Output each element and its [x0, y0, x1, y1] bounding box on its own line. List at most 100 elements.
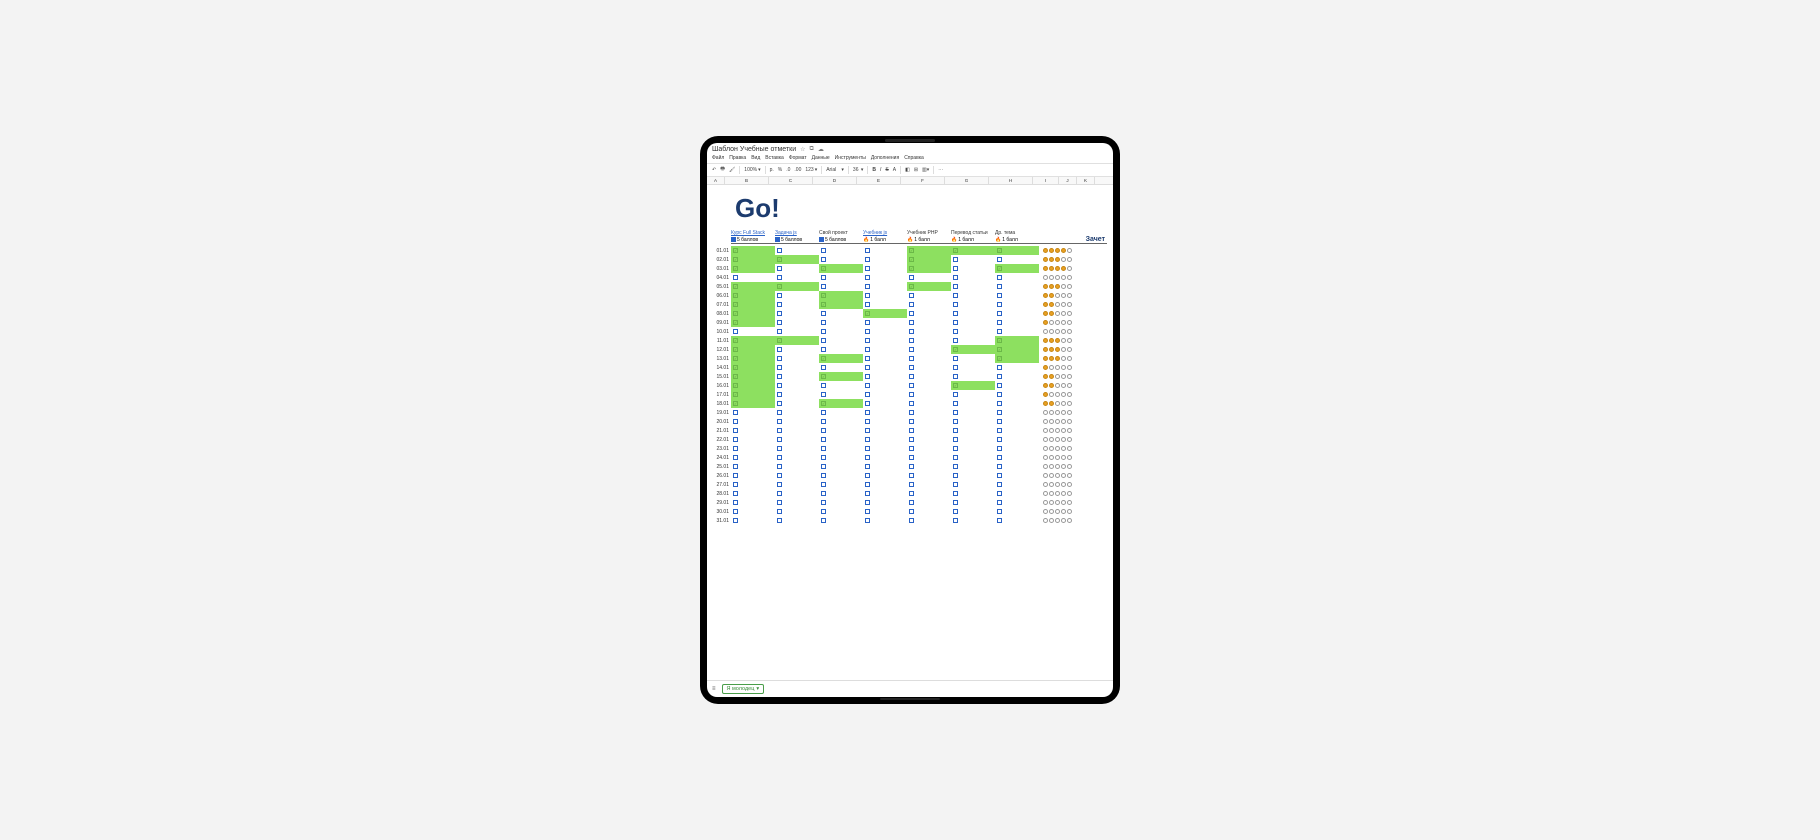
checkbox[interactable]: [865, 464, 870, 469]
checkbox[interactable]: [777, 347, 782, 352]
checkbox[interactable]: [909, 491, 914, 496]
check-cell[interactable]: [819, 426, 863, 435]
checkbox[interactable]: [733, 437, 738, 442]
check-cell[interactable]: [731, 480, 775, 489]
checkbox[interactable]: [865, 257, 870, 262]
check-cell[interactable]: [819, 318, 863, 327]
check-cell[interactable]: [907, 417, 951, 426]
checkbox[interactable]: [909, 257, 914, 262]
check-cell[interactable]: [775, 480, 819, 489]
checkbox[interactable]: [997, 266, 1002, 271]
checkbox[interactable]: [777, 293, 782, 298]
check-cell[interactable]: [819, 381, 863, 390]
checkbox[interactable]: [909, 518, 914, 523]
check-cell[interactable]: [731, 363, 775, 372]
checkbox[interactable]: [997, 248, 1002, 253]
checkbox[interactable]: [821, 275, 826, 280]
check-cell[interactable]: [951, 498, 995, 507]
checkbox[interactable]: [777, 419, 782, 424]
check-cell[interactable]: [731, 417, 775, 426]
check-cell[interactable]: [951, 318, 995, 327]
checkbox[interactable]: [953, 383, 958, 388]
checkbox[interactable]: [821, 473, 826, 478]
check-cell[interactable]: [995, 507, 1039, 516]
checkbox[interactable]: [865, 383, 870, 388]
checkbox[interactable]: [909, 383, 914, 388]
checkbox[interactable]: [865, 284, 870, 289]
checkbox[interactable]: [865, 329, 870, 334]
check-cell[interactable]: [951, 354, 995, 363]
checkbox[interactable]: [909, 266, 914, 271]
check-cell[interactable]: [995, 408, 1039, 417]
checkbox[interactable]: [909, 311, 914, 316]
menu-вставка[interactable]: Вставка: [765, 155, 784, 161]
checkbox[interactable]: [997, 473, 1002, 478]
check-cell[interactable]: [951, 300, 995, 309]
checkbox[interactable]: [909, 509, 914, 514]
check-cell[interactable]: [775, 345, 819, 354]
checkbox[interactable]: [997, 275, 1002, 280]
check-cell[interactable]: [775, 291, 819, 300]
check-cell[interactable]: [775, 399, 819, 408]
checkbox[interactable]: [733, 365, 738, 370]
check-cell[interactable]: [775, 255, 819, 264]
check-cell[interactable]: [995, 246, 1039, 255]
check-cell[interactable]: [907, 426, 951, 435]
checkbox[interactable]: [865, 302, 870, 307]
checkbox[interactable]: [953, 284, 958, 289]
check-cell[interactable]: [731, 381, 775, 390]
checkbox[interactable]: [909, 500, 914, 505]
check-cell[interactable]: [819, 291, 863, 300]
checkbox[interactable]: [997, 302, 1002, 307]
check-cell[interactable]: [863, 516, 907, 525]
checkbox[interactable]: [909, 248, 914, 253]
check-cell[interactable]: [863, 300, 907, 309]
check-cell[interactable]: [907, 390, 951, 399]
check-cell[interactable]: [995, 327, 1039, 336]
checkbox[interactable]: [953, 500, 958, 505]
checkbox[interactable]: [997, 428, 1002, 433]
menu-правка[interactable]: Правка: [729, 155, 746, 161]
checkbox[interactable]: [953, 446, 958, 451]
check-cell[interactable]: [863, 264, 907, 273]
borders-btn[interactable]: ⊞: [914, 167, 918, 173]
checkbox[interactable]: [865, 509, 870, 514]
check-cell[interactable]: [775, 372, 819, 381]
checkbox[interactable]: [733, 293, 738, 298]
check-cell[interactable]: [907, 354, 951, 363]
check-cell[interactable]: [775, 435, 819, 444]
col-header-J[interactable]: J: [1059, 177, 1077, 184]
check-cell[interactable]: [731, 336, 775, 345]
checkbox[interactable]: [953, 509, 958, 514]
checkbox[interactable]: [865, 410, 870, 415]
checkbox[interactable]: [777, 401, 782, 406]
check-cell[interactable]: [819, 408, 863, 417]
checkbox[interactable]: [865, 293, 870, 298]
check-cell[interactable]: [775, 246, 819, 255]
checkbox[interactable]: [909, 428, 914, 433]
check-cell[interactable]: [951, 264, 995, 273]
check-cell[interactable]: [907, 408, 951, 417]
checkbox[interactable]: [777, 491, 782, 496]
checkbox[interactable]: [821, 509, 826, 514]
checkbox[interactable]: [821, 500, 826, 505]
check-cell[interactable]: [863, 417, 907, 426]
check-cell[interactable]: [907, 399, 951, 408]
check-cell[interactable]: [907, 345, 951, 354]
checkbox[interactable]: [865, 266, 870, 271]
checkbox[interactable]: [865, 473, 870, 478]
all-sheets-icon[interactable]: ≡: [712, 686, 716, 692]
check-cell[interactable]: [731, 255, 775, 264]
checkbox[interactable]: [733, 374, 738, 379]
checkbox[interactable]: [953, 338, 958, 343]
col-header-B[interactable]: B: [725, 177, 769, 184]
check-cell[interactable]: [819, 417, 863, 426]
check-cell[interactable]: [775, 273, 819, 282]
checkbox[interactable]: [909, 329, 914, 334]
check-cell[interactable]: [951, 399, 995, 408]
checkbox[interactable]: [821, 374, 826, 379]
checkbox[interactable]: [777, 518, 782, 523]
check-cell[interactable]: [907, 300, 951, 309]
checkbox[interactable]: [953, 248, 958, 253]
menu-формат[interactable]: Формат: [789, 155, 807, 161]
